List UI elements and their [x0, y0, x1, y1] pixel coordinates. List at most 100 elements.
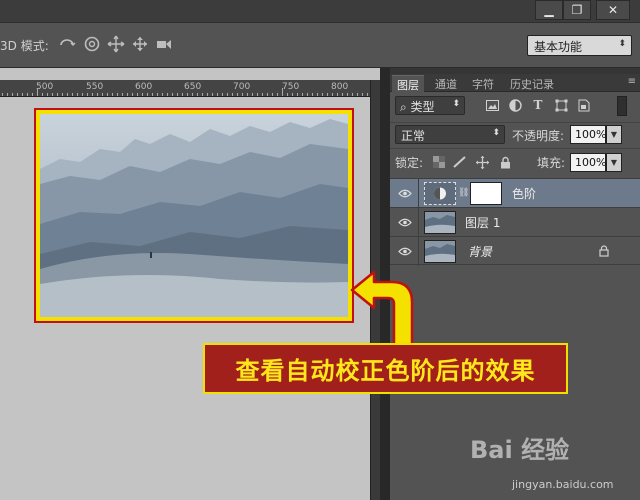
- ruler-tick: [147, 93, 148, 96]
- ruler-tick: [277, 93, 278, 96]
- blend-mode-label: 正常: [401, 129, 426, 143]
- ruler-tick: [107, 93, 108, 96]
- layer-filter-row: ⌕ 类型 ⬍ T: [390, 94, 640, 120]
- ruler-tick: [362, 93, 363, 96]
- filter-adjustment-icon[interactable]: [508, 98, 522, 112]
- ruler-tick: [267, 93, 268, 96]
- ruler-tick: [137, 93, 138, 96]
- layer-name[interactable]: 图层 1: [465, 214, 500, 231]
- callout-text: 查看自动校正色阶后的效果: [235, 357, 536, 385]
- filter-kind-select[interactable]: ⌕ 类型 ⬍: [395, 96, 465, 115]
- visibility-eye-icon[interactable]: [398, 245, 412, 257]
- tab-channels[interactable]: 通道: [430, 75, 462, 92]
- scale-3d-icon[interactable]: [155, 35, 173, 53]
- workspace-selector[interactable]: 基本功能 ⬍: [527, 35, 632, 56]
- ruler-tick: [117, 93, 118, 96]
- ruler-tick: [67, 93, 68, 96]
- ruler-tick: [112, 93, 113, 96]
- layer-row-layer1[interactable]: 图层 1: [390, 207, 640, 237]
- fill-dropdown-button[interactable]: ▼: [606, 153, 622, 172]
- ruler-tick: [182, 93, 183, 96]
- layer-row-levels[interactable]: ⛓ 色阶: [390, 178, 640, 208]
- filter-kind-label: 类型: [410, 100, 435, 114]
- ruler-tick: [322, 93, 323, 96]
- visibility-eye-icon[interactable]: [398, 187, 412, 199]
- ruler-tick: [237, 93, 238, 96]
- layer-mask-thumbnail[interactable]: [470, 182, 502, 205]
- filter-pixel-icon[interactable]: [485, 98, 499, 112]
- ruler-tick: [227, 93, 228, 96]
- workspace-label: 基本功能: [534, 40, 583, 54]
- ruler-label: 800: [331, 82, 349, 92]
- lock-image-brush-icon[interactable]: [453, 155, 467, 169]
- roll-3d-icon[interactable]: [83, 35, 101, 53]
- layer-thumbnail[interactable]: [424, 240, 456, 263]
- chain-link-icon[interactable]: ⛓: [458, 188, 469, 200]
- tab-history[interactable]: 历史记录: [505, 75, 559, 92]
- fill-input[interactable]: 100%: [570, 153, 606, 172]
- updown-arrow-icon: ⬍: [618, 39, 626, 49]
- lock-label: 锁定:: [395, 156, 424, 170]
- layer-thumbnail[interactable]: [424, 211, 456, 234]
- lock-all-icon[interactable]: [498, 155, 512, 169]
- lock-position-move-icon[interactable]: [475, 155, 489, 169]
- ruler-tick: [52, 93, 53, 96]
- filter-smart-object-icon[interactable]: [577, 98, 591, 112]
- search-icon: ⌕: [400, 100, 411, 114]
- ruler-tick: [307, 93, 308, 96]
- ruler-label: 700: [233, 82, 251, 92]
- tab-character[interactable]: 字符: [467, 75, 499, 92]
- ruler-tick: [282, 88, 283, 96]
- ruler-tick: [287, 93, 288, 96]
- horizontal-ruler[interactable]: 500 550 600 650 700 750 800: [0, 80, 380, 97]
- landscape-photo[interactable]: [40, 114, 348, 317]
- ruler-tick: [122, 93, 123, 96]
- ruler-tick: [27, 93, 28, 96]
- updown-arrow-icon: ⬍: [492, 128, 500, 138]
- ruler-label: 600: [135, 82, 153, 92]
- ruler-tick: [172, 93, 173, 96]
- ruler-label: 650: [184, 82, 202, 92]
- tab-layers[interactable]: 图层: [392, 75, 424, 92]
- minimize-button[interactable]: ▁: [535, 0, 563, 20]
- ruler-tick: [32, 93, 33, 96]
- ruler-tick: [7, 93, 8, 96]
- ruler-label: 550: [86, 82, 104, 92]
- maximize-button[interactable]: ❐: [563, 0, 591, 20]
- ruler-tick: [352, 93, 353, 96]
- layer-name[interactable]: 背景: [468, 243, 492, 260]
- ruler-tick: [272, 93, 273, 96]
- ruler-tick: [337, 93, 338, 96]
- slide-3d-icon[interactable]: [131, 35, 149, 53]
- ruler-tick: [132, 93, 133, 96]
- close-button[interactable]: ✕: [596, 0, 630, 20]
- filter-type-icon[interactable]: T: [531, 98, 545, 112]
- blend-mode-select[interactable]: 正常 ⬍: [395, 125, 505, 144]
- filter-shape-icon[interactable]: [554, 98, 568, 112]
- ruler-tick: [262, 93, 263, 96]
- layer-name[interactable]: 色阶: [512, 185, 536, 202]
- filter-toggle-switch[interactable]: [617, 96, 627, 116]
- ruler-tick: [47, 93, 48, 96]
- ruler-label: 500: [36, 82, 54, 92]
- background-lock-icon: [598, 244, 610, 258]
- opacity-label: 不透明度:: [512, 129, 565, 143]
- ruler-tick: [42, 93, 43, 96]
- ruler-tick: [17, 93, 18, 96]
- rotate-3d-icon[interactable]: [58, 35, 76, 53]
- watermark-url: jingyan.baidu.com: [512, 478, 614, 491]
- pan-3d-icon[interactable]: [107, 35, 125, 53]
- ruler-tick: [77, 93, 78, 96]
- panel-menu-icon[interactable]: ≡: [628, 76, 636, 87]
- ruler-tick: [162, 93, 163, 96]
- eye-separator: [418, 237, 419, 266]
- visibility-eye-icon[interactable]: [398, 216, 412, 228]
- levels-adjustment-icon[interactable]: [424, 182, 456, 205]
- opacity-input[interactable]: 100%: [570, 125, 606, 144]
- ruler-tick: [297, 93, 298, 96]
- ruler-tick: [62, 93, 63, 96]
- options-bar: 3D 模式: 基本功能 ⬍: [0, 22, 640, 68]
- layer-row-background[interactable]: 背景: [390, 236, 640, 266]
- opacity-dropdown-button[interactable]: ▼: [606, 125, 622, 144]
- lock-transparent-icon[interactable]: [432, 155, 446, 169]
